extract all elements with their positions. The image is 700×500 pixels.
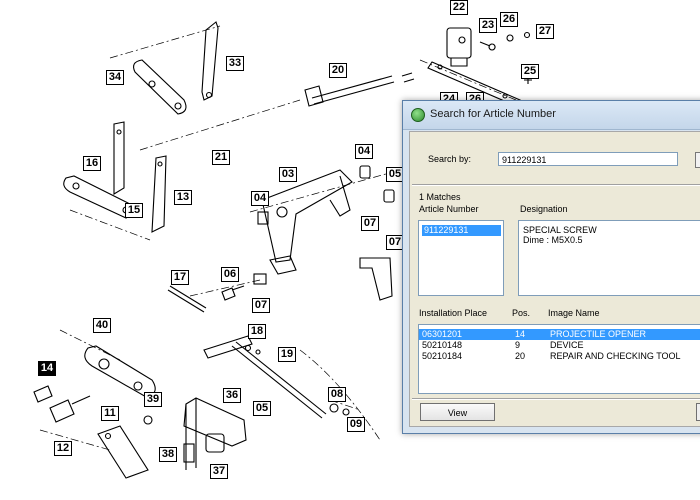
- installation-pos: 20: [515, 351, 526, 361]
- divider: [412, 398, 700, 400]
- designation-box: SPECIAL SCREW Dime : M5X0.5: [518, 220, 700, 296]
- designation-line: Dime : M5X0.5: [523, 235, 583, 245]
- installation-place: 06301201: [422, 329, 463, 339]
- article-list-item[interactable]: 911229131: [422, 225, 501, 236]
- callout-16[interactable]: 16: [83, 156, 101, 171]
- callout-34[interactable]: 34: [106, 70, 124, 85]
- dialog-titlebar[interactable]: Search for Article Number: [403, 101, 700, 130]
- installation-pos: 9: [515, 340, 521, 350]
- callout-08[interactable]: 08: [328, 387, 346, 402]
- callout-38[interactable]: 38: [159, 447, 177, 462]
- callout-37[interactable]: 37: [210, 464, 228, 479]
- search-article-dialog: Search for Article Number Search by: 911…: [402, 100, 700, 434]
- callout-06[interactable]: 06: [221, 267, 239, 282]
- callout-04a[interactable]: 04: [355, 144, 373, 159]
- installation-image: PROJECTILE OPENER: [550, 329, 647, 339]
- installation-list[interactable]: 06301201 14 PROJECTILE OPENER 50210148 9…: [418, 324, 700, 394]
- pos-header: Pos.: [512, 308, 531, 318]
- callout-05b[interactable]: 05: [253, 401, 271, 416]
- article-number-header: Article Number: [419, 204, 479, 214]
- search-label: Search by:: [428, 154, 472, 164]
- callout-04b[interactable]: 04: [251, 191, 269, 206]
- callout-07a[interactable]: 07: [361, 216, 379, 231]
- installation-place-header: Installation Place: [419, 308, 488, 318]
- installation-row[interactable]: 50210184 20 REPAIR AND CHECKING TOOL: [419, 351, 700, 362]
- callout-20[interactable]: 20: [329, 63, 347, 78]
- callout-17[interactable]: 17: [171, 270, 189, 285]
- app-icon: [411, 108, 425, 122]
- installation-place: 50210184: [422, 351, 463, 361]
- callout-23[interactable]: 23: [479, 18, 497, 33]
- callout-12[interactable]: 12: [54, 441, 72, 456]
- callout-21[interactable]: 21: [212, 150, 230, 165]
- installation-image: REPAIR AND CHECKING TOOL: [550, 351, 681, 361]
- callout-07b[interactable]: 07: [252, 298, 270, 313]
- view-button[interactable]: View: [420, 403, 495, 421]
- callout-25[interactable]: 25: [521, 64, 539, 79]
- callout-15[interactable]: 15: [125, 203, 143, 218]
- divider: [412, 184, 700, 186]
- image-name-header: Image Name: [548, 308, 600, 318]
- callout-39[interactable]: 39: [144, 392, 162, 407]
- callout-27[interactable]: 27: [536, 24, 554, 39]
- callout-40[interactable]: 40: [93, 318, 111, 333]
- installation-place: 50210148: [422, 340, 463, 350]
- installation-pos: 14: [515, 329, 526, 339]
- callout-13[interactable]: 13: [174, 190, 192, 205]
- callout-36[interactable]: 36: [223, 388, 241, 403]
- installation-row[interactable]: 06301201 14 PROJECTILE OPENER: [419, 329, 700, 340]
- callout-18[interactable]: 18: [248, 324, 266, 339]
- callout-03[interactable]: 03: [279, 167, 297, 182]
- callout-26[interactable]: 26: [500, 12, 518, 27]
- designation-header: Designation: [520, 204, 568, 214]
- callout-33[interactable]: 33: [226, 56, 244, 71]
- search-input[interactable]: 911229131: [498, 152, 678, 166]
- dialog-body: Search by: 911229131 1 Matches Article N…: [409, 131, 700, 427]
- callout-22[interactable]: 22: [450, 0, 468, 15]
- installation-row[interactable]: 50210148 9 DEVICE: [419, 340, 700, 351]
- article-number-list[interactable]: 911229131: [418, 220, 504, 296]
- search-button[interactable]: [695, 152, 700, 168]
- installation-image: DEVICE: [550, 340, 584, 350]
- callout-19[interactable]: 19: [278, 347, 296, 362]
- callout-09[interactable]: 09: [347, 417, 365, 432]
- callout-11[interactable]: 11: [101, 406, 119, 421]
- matches-count: 1 Matches: [419, 192, 461, 202]
- dialog-title: Search for Article Number: [430, 108, 556, 120]
- close-button[interactable]: [696, 403, 700, 421]
- callout-14[interactable]: 14: [38, 361, 56, 376]
